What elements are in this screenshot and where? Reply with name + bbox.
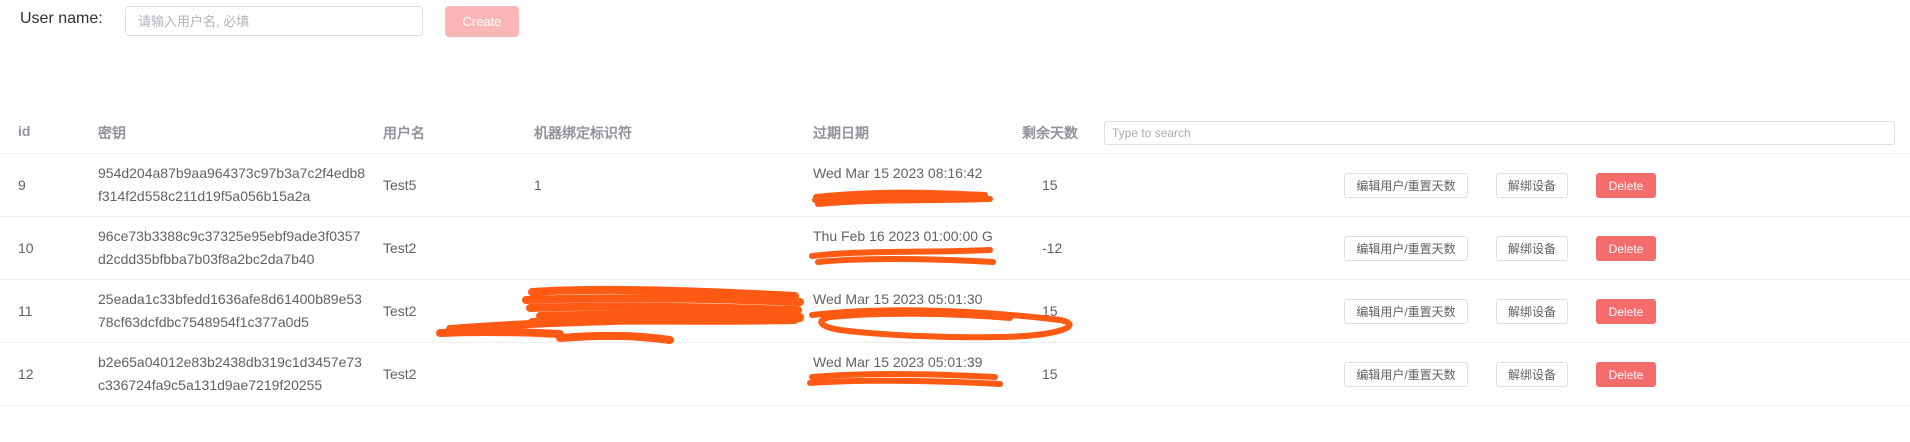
edit-user-button[interactable]: 编辑用户/重置天数 bbox=[1344, 362, 1468, 387]
cell-username: Test2 bbox=[383, 240, 417, 256]
cell-id: 9 bbox=[18, 177, 26, 193]
delete-button[interactable]: Delete bbox=[1596, 362, 1656, 387]
table-header: id 密钥 用户名 机器绑定标识符 过期日期 剩余天数 bbox=[0, 109, 1910, 154]
cell-key: 954d204a87b9aa964373c97b3a7c2f4edb8f314f… bbox=[98, 165, 366, 204]
cell-days: 15 bbox=[1042, 177, 1058, 193]
header-days: 剩余天数 bbox=[1022, 125, 1078, 141]
unbind-device-button[interactable]: 解绑设备 bbox=[1496, 236, 1568, 261]
table-body: 9 954d204a87b9aa964373c97b3a7c2f4edb8f314… bbox=[0, 154, 1910, 406]
edit-user-button[interactable]: 编辑用户/重置天数 bbox=[1344, 236, 1468, 261]
cell-key: 25eada1c33bfedd1636afe8d61400b89e5378cf6… bbox=[98, 291, 362, 330]
cell-expiry: Wed Mar 15 2023 05:01:39 bbox=[813, 354, 983, 370]
header-id: id bbox=[18, 123, 31, 139]
header-key: 密钥 bbox=[98, 125, 126, 141]
table-row: 9 954d204a87b9aa964373c97b3a7c2f4edb8f314… bbox=[0, 154, 1910, 217]
cell-days: 15 bbox=[1042, 366, 1058, 382]
delete-button[interactable]: Delete bbox=[1596, 173, 1656, 198]
cell-expiry: Wed Mar 15 2023 08:16:42 bbox=[813, 165, 983, 181]
users-table: id 密钥 用户名 机器绑定标识符 过期日期 剩余天数 9 954d204a87b… bbox=[0, 109, 1910, 406]
table-row: 10 96ce73b3388c9c37325e95ebf9ade3f0357d2c… bbox=[0, 217, 1910, 280]
header-username: 用户名 bbox=[383, 125, 425, 141]
cell-expiry: Thu Feb 16 2023 01:00:00 G bbox=[813, 228, 993, 244]
table-search-input[interactable] bbox=[1104, 121, 1895, 145]
cell-username: Test2 bbox=[383, 366, 417, 382]
header-expiry: 过期日期 bbox=[813, 125, 869, 141]
cell-expiry: Wed Mar 15 2023 05:01:30 bbox=[813, 291, 983, 307]
edit-user-button[interactable]: 编辑用户/重置天数 bbox=[1344, 299, 1468, 324]
user-name-input[interactable] bbox=[125, 6, 423, 36]
header-binding: 机器绑定标识符 bbox=[534, 125, 632, 141]
cell-key: b2e65a04012e83b2438db319c1d3457e73c33672… bbox=[98, 354, 362, 393]
unbind-device-button[interactable]: 解绑设备 bbox=[1496, 362, 1568, 387]
user-name-label: User name: bbox=[20, 10, 103, 27]
delete-button[interactable]: Delete bbox=[1596, 299, 1656, 324]
cell-days: 15 bbox=[1042, 303, 1058, 319]
cell-username: Test5 bbox=[383, 177, 417, 193]
cell-id: 11 bbox=[18, 303, 33, 319]
create-user-form: User name: Create bbox=[0, 0, 1910, 60]
cell-username: Test2 bbox=[383, 303, 417, 319]
cell-key: 96ce73b3388c9c37325e95ebf9ade3f0357d2cdd… bbox=[98, 228, 361, 267]
table-row: 11 25eada1c33bfedd1636afe8d61400b89e5378c… bbox=[0, 280, 1910, 343]
cell-id: 12 bbox=[18, 366, 34, 382]
delete-button[interactable]: Delete bbox=[1596, 236, 1656, 261]
edit-user-button[interactable]: 编辑用户/重置天数 bbox=[1344, 173, 1468, 198]
unbind-device-button[interactable]: 解绑设备 bbox=[1496, 173, 1568, 198]
cell-id: 10 bbox=[18, 240, 34, 256]
cell-days: -12 bbox=[1042, 240, 1063, 256]
table-row: 12 b2e65a04012e83b2438db319c1d3457e73c336… bbox=[0, 343, 1910, 406]
cell-binding: 1 bbox=[534, 177, 542, 193]
unbind-device-button[interactable]: 解绑设备 bbox=[1496, 299, 1568, 324]
create-button[interactable]: Create bbox=[445, 6, 519, 37]
